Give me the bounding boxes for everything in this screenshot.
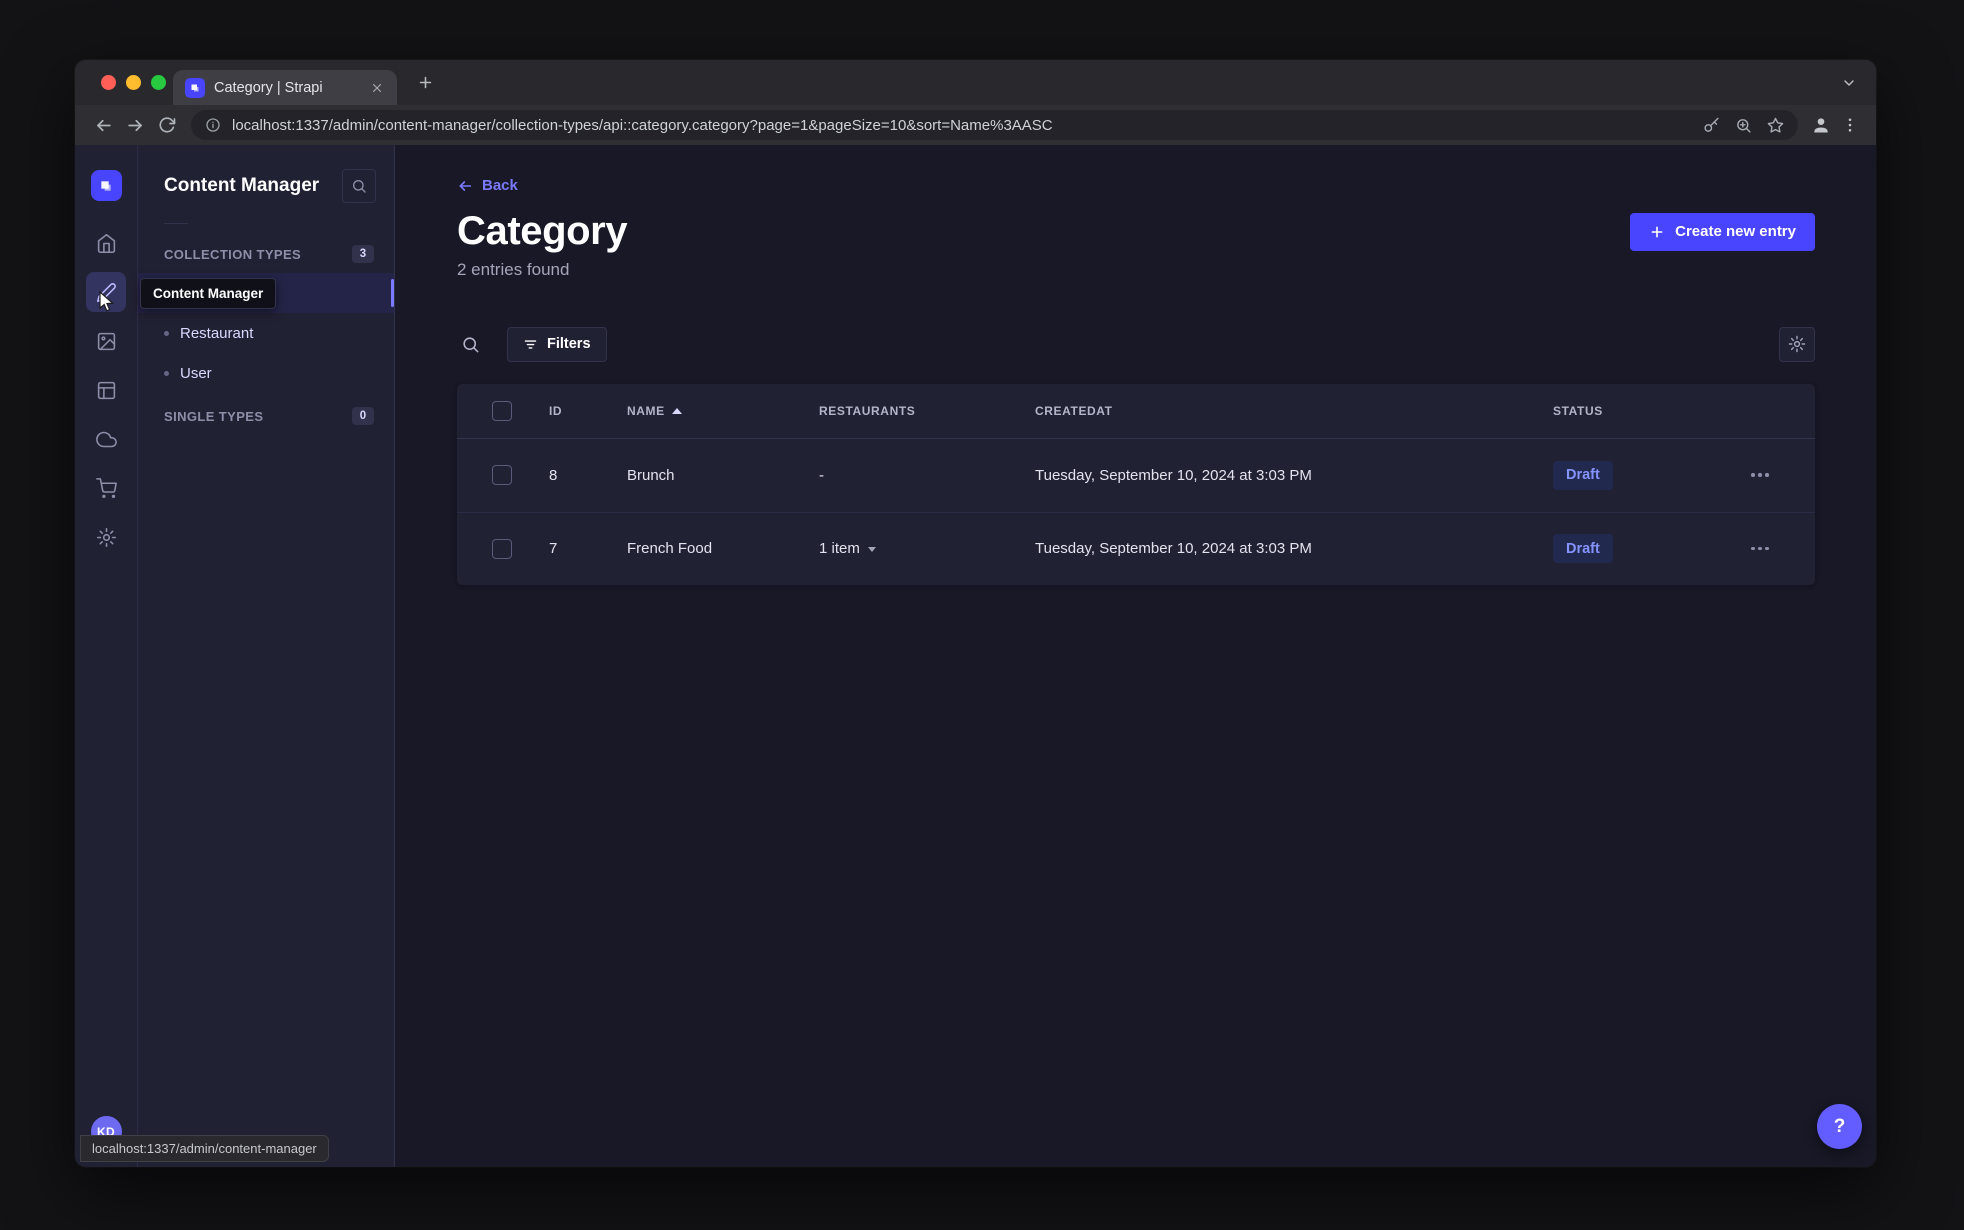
restaurants-count-label: 1 item: [819, 540, 860, 557]
link-status-bubble: localhost:1337/admin/content-manager: [80, 1135, 329, 1162]
strapi-logo[interactable]: [90, 170, 122, 201]
arrow-left-icon: [457, 178, 473, 194]
sidebar-item-restaurant[interactable]: Restaurant: [138, 313, 394, 353]
row-checkbox[interactable]: [492, 465, 512, 485]
sidebar-title: Content Manager: [164, 175, 320, 196]
collection-types-label: COLLECTION TYPES: [164, 246, 302, 262]
url-text[interactable]: localhost:1337/admin/content-manager/col…: [232, 117, 1691, 134]
plus-icon: [1649, 224, 1665, 240]
row-checkbox[interactable]: [492, 538, 512, 559]
entries-table: ID NAME RESTAURANTS CREATEDAT STATUS 8 B…: [457, 383, 1815, 585]
media-library-icon[interactable]: [86, 321, 126, 361]
minimize-window-button[interactable]: [126, 75, 141, 90]
status-badge: Draft: [1553, 534, 1613, 563]
cell-id: 8: [549, 466, 558, 484]
column-header-createdat[interactable]: CREATEDAT: [1035, 404, 1553, 418]
rail-icon-list: [86, 223, 126, 557]
page-title: Category: [457, 208, 628, 253]
sidebar-search-button[interactable]: [342, 169, 376, 203]
column-header-name[interactable]: NAME: [627, 404, 819, 418]
single-types-section: SINGLE TYPES 0: [138, 393, 394, 435]
content-manager-tooltip: Content Manager: [140, 278, 277, 309]
column-header-id[interactable]: ID: [549, 404, 627, 418]
traffic-lights: [101, 75, 166, 90]
reload-button[interactable]: [151, 109, 183, 141]
browser-toolbar: localhost:1337/admin/content-manager/col…: [75, 105, 1876, 145]
cell-id: 7: [549, 540, 558, 557]
bullet-icon: [164, 330, 169, 336]
cell-createdat: Tuesday, September 10, 2024 at 3:03 PM: [1035, 466, 1312, 484]
select-all-checkbox[interactable]: [492, 400, 512, 421]
sidebar-item-label: Restaurant: [180, 324, 254, 342]
bullet-icon: [164, 370, 169, 376]
browser-window: Category | Strapi localhost:1337/admin/c…: [75, 60, 1876, 1167]
content-type-builder-icon[interactable]: [86, 370, 126, 410]
row-actions-button[interactable]: [1747, 541, 1773, 557]
back-label: Back: [482, 177, 518, 194]
settings-gear-icon[interactable]: [86, 517, 126, 557]
browser-profile-icon[interactable]: [1806, 110, 1836, 140]
tab-search-chevron-icon[interactable]: [1836, 70, 1862, 96]
cell-name: Brunch: [627, 466, 675, 484]
strapi-admin: KD Content Manager COLLECTION TYPES 3 Ca…: [75, 145, 1876, 1167]
single-types-label: SINGLE TYPES: [164, 408, 264, 424]
status-badge: Draft: [1553, 460, 1613, 490]
omnibox-trailing-icons: [1703, 117, 1784, 134]
entries-count: 2 entries found: [457, 259, 570, 279]
zoom-window-button[interactable]: [151, 75, 166, 90]
collection-types-section: COLLECTION TYPES 3: [138, 224, 394, 273]
sidebar-item-user[interactable]: User: [138, 353, 394, 393]
strapi-favicon-icon: [185, 77, 205, 98]
active-indicator: [391, 279, 394, 307]
create-new-entry-label: Create new entry: [1675, 223, 1796, 240]
page-info-icon[interactable]: [205, 117, 221, 133]
forward-browser-button[interactable]: [119, 109, 151, 141]
sidebar-item-label: User: [180, 364, 212, 382]
view-settings-button[interactable]: [1779, 326, 1815, 362]
single-types-count-badge: 0: [352, 407, 374, 425]
sort-ascending-icon: [671, 407, 682, 414]
back-browser-button[interactable]: [87, 109, 119, 141]
main-content: Back Category 2 entries found Create new…: [395, 145, 1876, 1167]
column-header-status[interactable]: STATUS: [1553, 404, 1747, 418]
back-link[interactable]: Back: [457, 177, 518, 194]
close-window-button[interactable]: [101, 75, 116, 90]
cell-restaurants: -: [819, 466, 824, 484]
browser-menu-icon[interactable]: [1836, 111, 1864, 139]
mouse-cursor: [97, 291, 117, 313]
browser-tab[interactable]: Category | Strapi: [173, 70, 397, 105]
title-block: Category 2 entries found: [457, 208, 628, 280]
tab-title: Category | Strapi: [214, 79, 323, 96]
zoom-icon[interactable]: [1735, 117, 1752, 134]
new-tab-button[interactable]: [411, 69, 439, 97]
cell-name: French Food: [627, 540, 713, 557]
row-actions-button[interactable]: [1747, 467, 1773, 483]
cell-restaurants[interactable]: 1 item: [819, 540, 1035, 557]
marketplace-cart-icon[interactable]: [86, 468, 126, 508]
table-row[interactable]: 8 Brunch - Tuesday, September 10, 2024 a…: [457, 439, 1815, 512]
filters-button[interactable]: Filters: [507, 326, 607, 362]
table-row[interactable]: 7 French Food 1 item Tuesday, September …: [457, 511, 1815, 585]
table-header-row: ID NAME RESTAURANTS CREATEDAT STATUS: [457, 384, 1815, 439]
cloud-deploy-icon[interactable]: [86, 419, 126, 459]
column-header-restaurants[interactable]: RESTAURANTS: [819, 404, 1035, 418]
password-key-icon[interactable]: [1703, 117, 1720, 134]
chevron-down-icon: [867, 547, 876, 552]
address-bar[interactable]: localhost:1337/admin/content-manager/col…: [191, 110, 1798, 140]
home-icon[interactable]: [86, 223, 126, 263]
filters-label: Filters: [547, 336, 591, 352]
create-new-entry-button[interactable]: Create new entry: [1630, 212, 1815, 251]
cell-createdat: Tuesday, September 10, 2024 at 3:03 PM: [1035, 540, 1312, 557]
collection-types-count-badge: 3: [352, 245, 374, 263]
column-header-name-label: NAME: [627, 403, 665, 418]
table-search-button[interactable]: [457, 331, 483, 357]
help-button[interactable]: ?: [1817, 1104, 1862, 1149]
tab-strip: Category | Strapi: [75, 60, 1876, 105]
tab-close-icon[interactable]: [367, 78, 387, 98]
filter-icon: [523, 337, 538, 352]
bookmark-star-icon[interactable]: [1767, 117, 1784, 134]
